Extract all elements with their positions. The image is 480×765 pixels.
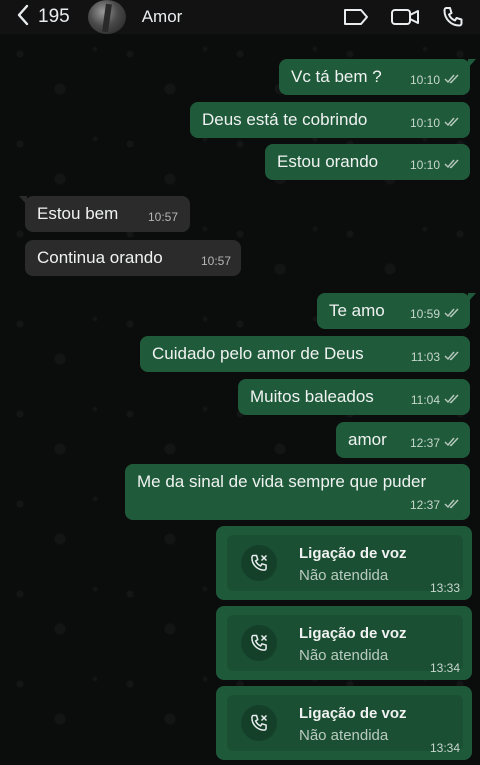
message-text: Continua orando — [37, 248, 163, 267]
call-info[interactable]: Ligação de voz Não atendida — [227, 535, 463, 591]
message-bubble[interactable]: amor 12:37 — [336, 422, 470, 458]
voice-call-card[interactable]: Ligação de voz Não atendida 13:33 — [216, 526, 472, 600]
unread-count: 195 — [38, 6, 70, 27]
back-button[interactable]: 195 — [16, 0, 70, 34]
call-time: 13:33 — [429, 581, 460, 595]
message-bubble[interactable]: Continua orando 10:57 — [25, 240, 241, 276]
call-time: 13:34 — [429, 661, 460, 675]
message-time: 10:59 — [410, 304, 460, 324]
call-status: Não atendida — [299, 727, 389, 744]
message-time: 10:10 — [410, 155, 460, 175]
message-time: 10:10 — [410, 70, 460, 90]
message-text: Te amo — [329, 301, 385, 320]
missed-call-icon — [241, 625, 277, 661]
message-text: Muitos baleados — [250, 387, 374, 406]
read-ticks-icon — [444, 495, 460, 515]
message-bubble[interactable]: Cuidado pelo amor de Deus 11:03 — [140, 336, 470, 372]
message-time: 10:57 — [147, 210, 178, 224]
message-time: 10:10 — [410, 113, 460, 133]
avatar[interactable] — [87, 0, 126, 34]
message-bubble[interactable]: Vc tá bem ? 10:10 — [279, 59, 476, 95]
message-time: 12:37 — [410, 433, 460, 453]
read-ticks-icon — [444, 347, 460, 367]
label-icon[interactable] — [342, 7, 370, 27]
message-time: 12:37 — [410, 495, 460, 515]
call-status: Não atendida — [299, 567, 389, 584]
chat-header: 195 Amor — [0, 0, 480, 34]
voice-call-card[interactable]: Ligação de voz Não atendida 13:34 — [216, 686, 472, 760]
call-title: Ligação de voz — [299, 705, 407, 722]
message-text: Vc tá bem ? — [291, 67, 382, 86]
read-ticks-icon — [444, 304, 460, 324]
message-text: Me da sinal de vida sempre que puder — [137, 472, 427, 491]
message-bubble[interactable]: Estou bem 10:57 — [19, 196, 190, 232]
read-ticks-icon — [444, 433, 460, 453]
call-info[interactable]: Ligação de voz Não atendida — [227, 695, 463, 751]
read-ticks-icon — [444, 390, 460, 410]
header-actions — [342, 0, 480, 34]
voice-call-icon[interactable] — [440, 5, 466, 29]
message-time: 11:03 — [411, 347, 460, 367]
call-info[interactable]: Ligação de voz Não atendida — [227, 615, 463, 671]
message-time: 11:04 — [411, 390, 460, 410]
message-bubble[interactable]: Estou orando 10:10 — [265, 144, 470, 180]
message-bubble[interactable]: Deus está te cobrindo 10:10 — [190, 102, 470, 138]
message-bubble[interactable]: Muitos baleados 11:04 — [238, 379, 470, 415]
call-title: Ligação de voz — [299, 545, 407, 562]
read-ticks-icon — [444, 113, 460, 133]
read-ticks-icon — [444, 70, 460, 90]
call-time: 13:34 — [429, 741, 460, 755]
message-text: amor — [348, 430, 387, 449]
contact-name[interactable]: Amor — [142, 7, 183, 27]
message-text: Cuidado pelo amor de Deus — [152, 344, 364, 363]
message-bubble[interactable]: Te amo 10:59 — [317, 293, 476, 329]
back-chevron-icon — [16, 4, 30, 31]
message-text: Deus está te cobrindo — [202, 110, 368, 129]
message-text: Estou bem — [37, 204, 119, 223]
chat-area[interactable]: Vc tá bem ? 10:10 Deus está te cobrindo … — [0, 34, 480, 765]
missed-call-icon — [241, 705, 277, 741]
video-call-icon[interactable] — [390, 7, 420, 27]
missed-call-icon — [241, 545, 277, 581]
call-status: Não atendida — [299, 647, 389, 664]
read-ticks-icon — [444, 155, 460, 175]
message-time: 10:57 — [200, 254, 231, 268]
message-bubble[interactable]: Me da sinal de vida sempre que puder 12:… — [125, 464, 470, 520]
message-text: Estou orando — [277, 152, 379, 171]
voice-call-card[interactable]: Ligação de voz Não atendida 13:34 — [216, 606, 472, 680]
call-title: Ligação de voz — [299, 625, 407, 642]
